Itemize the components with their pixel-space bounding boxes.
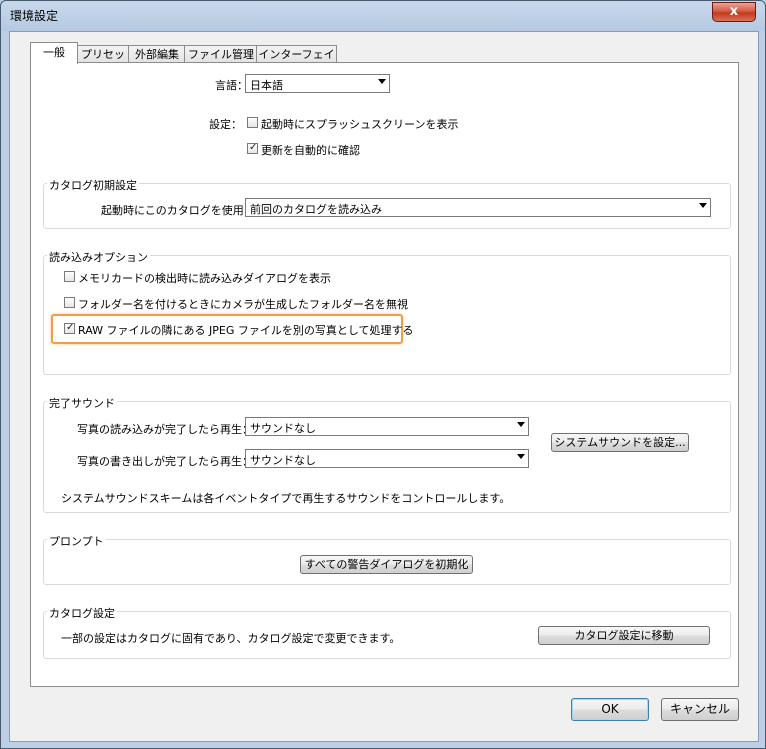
system-sound-button[interactable]: システムサウンドを設定... — [551, 433, 689, 452]
import-options-title: 読み込みオプション — [47, 249, 150, 265]
chevron-down-icon — [378, 79, 386, 84]
prompts-title: プロンプト — [47, 533, 106, 549]
import-sound-value: サウンドなし — [250, 422, 316, 435]
checkmark-icon: ✓ — [249, 142, 258, 153]
language-select[interactable]: 日本語 — [245, 74, 390, 93]
reset-warnings-button[interactable]: すべての警告ダイアログを初期化 — [300, 555, 473, 574]
splash-label[interactable]: 起動時にスプラッシュスクリーンを表示 — [261, 116, 458, 132]
raw-jpeg-label[interactable]: RAW ファイルの隣にある JPEG ファイルを別の写真として処理する — [78, 322, 414, 338]
startup-catalog-label: 起動時にこのカタログを使用： — [101, 204, 255, 217]
settings-label: 設定： — [209, 118, 242, 131]
tab-interface[interactable]: インターフェイス — [256, 45, 337, 78]
import-sound-select[interactable]: サウンドなし — [245, 417, 529, 436]
chevron-down-icon — [517, 422, 525, 427]
window-title: 環境設定 — [10, 9, 59, 23]
memory-card-label[interactable]: メモリカードの検出時に読み込みダイアログを表示 — [78, 270, 331, 286]
completion-sounds-title: 完了サウンド — [47, 395, 117, 411]
cancel-button[interactable]: キャンセル — [661, 698, 739, 721]
export-sound-label: 写真の書き出しが完了したら再生： — [77, 455, 253, 468]
language-value: 日本語 — [250, 79, 283, 92]
folder-name-checkbox[interactable] — [64, 297, 75, 308]
export-sound-value: サウンドなし — [250, 454, 316, 467]
chevron-down-icon — [699, 203, 707, 208]
checkmark-icon: ✓ — [66, 322, 75, 333]
folder-name-label[interactable]: フォルダー名を付けるときにカメラが生成したフォルダー名を無視 — [78, 296, 408, 312]
catalog-defaults-title: カタログ初期設定 — [47, 177, 139, 193]
chevron-down-icon — [517, 454, 525, 459]
tab-presets[interactable]: プリセット — [76, 45, 130, 78]
preferences-window: 環境設定 x 一般 プリセット 外部編集 ファイル管理 インターフェイス 言語：… — [0, 0, 766, 749]
update-label[interactable]: 更新を自動的に確認 — [261, 142, 360, 158]
raw-jpeg-checkbox[interactable]: ✓ — [64, 322, 75, 334]
tab-external-editing[interactable]: 外部編集 — [128, 45, 186, 63]
catalog-settings-title: カタログ設定 — [47, 605, 117, 621]
export-sound-select[interactable]: サウンドなし — [245, 449, 529, 468]
general-tab-panel: 言語： 日本語 設定： 起動時にスプラッシュスクリーンを表示 ✓ 更新を自動的に… — [30, 62, 739, 687]
language-label: 言語： — [215, 79, 248, 92]
close-button[interactable]: x — [712, 2, 756, 22]
sound-scheme-note: システムサウンドスキームは各イベントタイプで再生するサウンドをコントロールします… — [61, 492, 511, 505]
close-icon: x — [729, 4, 739, 19]
update-checkbox[interactable]: ✓ — [247, 142, 258, 154]
title-bar[interactable]: 環境設定 x — [1, 1, 765, 29]
startup-catalog-value: 前回のカタログを読み込み — [250, 203, 382, 216]
dialog-body: 一般 プリセット 外部編集 ファイル管理 インターフェイス 言語： 日本語 設定… — [9, 31, 759, 742]
splash-checkbox[interactable] — [247, 117, 258, 128]
catalog-settings-note: 一部の設定はカタログに固有であり、カタログ設定で変更できます。 — [61, 632, 401, 645]
import-sound-label: 写真の読み込みが完了したら再生： — [77, 423, 253, 436]
tab-file-handling[interactable]: ファイル管理 — [184, 45, 258, 63]
startup-catalog-select[interactable]: 前回のカタログを読み込み — [245, 198, 711, 217]
memory-card-checkbox[interactable] — [64, 271, 75, 282]
ok-button[interactable]: OK — [571, 698, 649, 721]
tab-general[interactable]: 一般 — [30, 42, 78, 64]
goto-catalog-settings-button[interactable]: カタログ設定に移動 — [538, 626, 710, 645]
